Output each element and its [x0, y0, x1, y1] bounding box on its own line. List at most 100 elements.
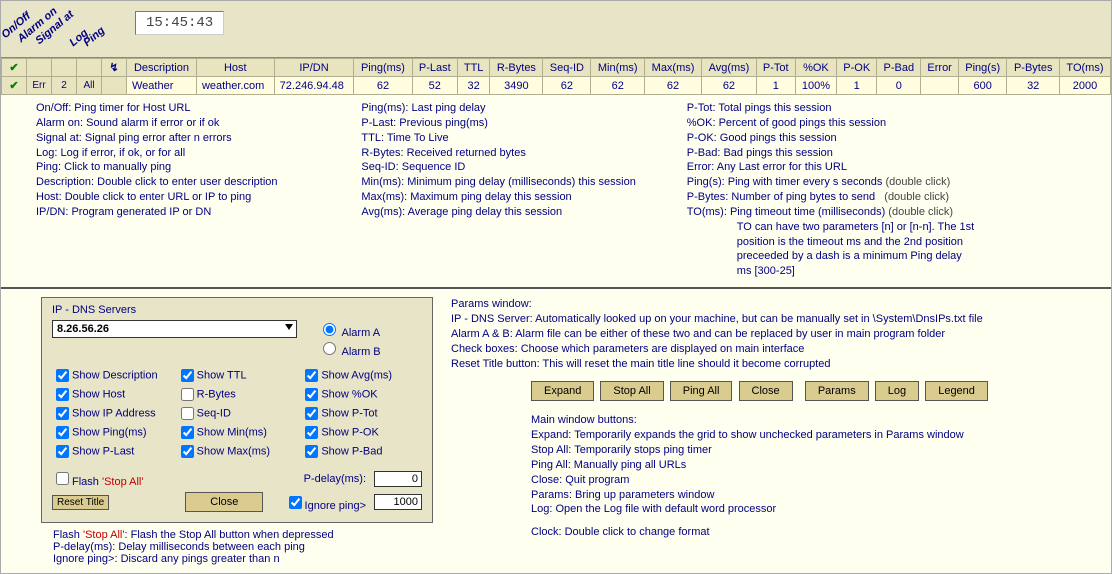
chk-show-host[interactable]: Show Host — [52, 385, 173, 404]
help-pbytes: P-Bytes: Number of ping bytes to send (d… — [687, 190, 1081, 205]
params-button[interactable]: Params — [805, 381, 869, 401]
help-pokpct: %OK: Percent of good pings this session — [687, 116, 1081, 131]
chk-show-ip[interactable]: Show IP Address — [52, 404, 173, 423]
row-plast: 52 — [412, 77, 457, 95]
main-help-pingall: Ping All: Manually ping all URLs — [531, 458, 1089, 473]
log-button[interactable]: Log — [875, 381, 919, 401]
col-error: Error — [921, 59, 959, 77]
col-ping-icon[interactable]: ↯ — [102, 59, 127, 77]
col-description: Description — [127, 59, 197, 77]
ping-grid: ✔ ↯ Description Host IP/DN Ping(ms) P-La… — [1, 58, 1111, 95]
col-min: Min(ms) — [591, 59, 645, 77]
chk-seq-id[interactable]: Seq-ID — [177, 404, 298, 423]
ignore-help: Ignore ping>: Discard any pings greater … — [53, 553, 433, 565]
chk-show-min[interactable]: Show Min(ms) — [177, 423, 298, 442]
help-max: Max(ms): Maximum ping delay this session — [361, 190, 676, 205]
help-pings: Ping(s): Ping with timer every s seconds… — [687, 175, 1081, 190]
chk-show-max[interactable]: Show Max(ms) — [177, 442, 298, 461]
col-plast: P-Last — [412, 59, 457, 77]
row-description[interactable]: Weather — [127, 77, 197, 95]
row-ttl: 32 — [457, 77, 489, 95]
reset-title-button[interactable]: Reset Title — [52, 495, 109, 510]
col-ipdn: IP/DN — [274, 59, 354, 77]
col-signal[interactable] — [52, 59, 77, 77]
help-to-extra-3: preceeded by a dash is a minimum Ping de… — [687, 249, 1081, 264]
legend-button[interactable]: Legend — [925, 381, 988, 401]
help-ttl: TTL: Time To Live — [361, 131, 676, 146]
chk-ignore-ping[interactable]: Ignore ping> — [285, 493, 366, 512]
chk-show-ptot[interactable]: Show P-Tot — [301, 404, 422, 423]
chk-r-bytes[interactable]: R-Bytes — [177, 385, 298, 404]
help-col-2: Ping(ms): Last ping delay P-Last: Previo… — [361, 101, 676, 279]
pingall-button[interactable]: Ping All — [670, 381, 733, 401]
row-pbytes[interactable]: 32 — [1007, 77, 1059, 95]
radio-alarm-b[interactable]: Alarm B — [318, 339, 381, 358]
col-avg: Avg(ms) — [702, 59, 757, 77]
close-button[interactable]: Close — [185, 492, 263, 512]
col-alarm[interactable] — [27, 59, 52, 77]
help-to: TO(ms): Ping timeout time (milliseconds)… — [687, 205, 1081, 220]
ignore-ping-input[interactable]: 1000 — [374, 494, 422, 510]
right-help-block: Params window: IP - DNS Server: Automati… — [451, 297, 1089, 565]
dns-select[interactable]: 8.26.56.26 — [52, 320, 297, 338]
diag-ping: Ping — [81, 24, 107, 49]
table-row[interactable]: ✔ Err 2 All Weather weather.com 72.246.9… — [2, 77, 1111, 95]
row-max: 62 — [645, 77, 702, 95]
col-ttl: TTL — [457, 59, 489, 77]
stopall-button[interactable]: Stop All — [600, 381, 663, 401]
chk-show-pok[interactable]: Show P-OK — [301, 423, 422, 442]
col-pokpct: %OK — [795, 59, 836, 77]
clock-display[interactable]: 15:45:43 — [135, 11, 224, 35]
help-signal: Signal at: Signal ping error after n err… — [36, 131, 351, 146]
main-help-log: Log: Open the Log file with default word… — [531, 502, 1089, 517]
col-pbytes: P-Bytes — [1007, 59, 1059, 77]
expand-button[interactable]: Expand — [531, 381, 594, 401]
chk-show-plast[interactable]: Show P-Last — [52, 442, 173, 461]
help-ipdn: IP/DN: Program generated IP or DN — [36, 205, 351, 220]
row-log[interactable]: All — [77, 77, 102, 95]
chk-show-description[interactable]: Show Description — [52, 366, 173, 385]
row-signal[interactable]: 2 — [52, 77, 77, 95]
help-alarm: Alarm on: Sound alarm if error or if ok — [36, 116, 351, 131]
main-help-params: Params: Bring up parameters window — [531, 488, 1089, 503]
col-onoff[interactable]: ✔ — [2, 59, 27, 77]
col-log[interactable] — [77, 59, 102, 77]
help-min: Min(ms): Minimum ping delay (millisecond… — [361, 175, 676, 190]
row-ping-trigger[interactable] — [102, 77, 127, 95]
pdelay-label: P-delay(ms): — [304, 473, 366, 485]
chk-show-pbad[interactable]: Show P-Bad — [301, 442, 422, 461]
col-ptot: P-Tot — [756, 59, 795, 77]
header-bar: On/Off Alarm on Signal at Log Ping 15:45… — [1, 1, 1111, 58]
params-help-alarm: Alarm A & B: Alarm file can be either of… — [451, 327, 1089, 342]
chk-flash-stopall[interactable]: Flash 'Stop All' — [52, 469, 143, 488]
col-pingms: Ping(ms) — [354, 59, 412, 77]
col-to: TO(ms) — [1059, 59, 1110, 77]
legend-help-block: On/Off: Ping timer for Host URL Alarm on… — [1, 95, 1111, 289]
chk-show-pokpct[interactable]: Show %OK — [301, 385, 422, 404]
chk-show-avg[interactable]: Show Avg(ms) — [301, 366, 422, 385]
row-rbytes: 3490 — [490, 77, 543, 95]
dns-value: 8.26.56.26 — [57, 323, 109, 335]
chk-show-ttl[interactable]: Show TTL — [177, 366, 298, 385]
grid-header-row: ✔ ↯ Description Host IP/DN Ping(ms) P-La… — [2, 59, 1111, 77]
params-window: IP - DNS Servers 8.26.56.26 Alarm A Alar… — [41, 297, 433, 523]
pdelay-input[interactable]: 0 — [374, 471, 422, 487]
row-error — [921, 77, 959, 95]
radio-alarm-a[interactable]: Alarm A — [318, 320, 381, 339]
help-seqid: Seq-ID: Sequence ID — [361, 160, 676, 175]
help-col-1: On/Off: Ping timer for Host URL Alarm on… — [36, 101, 351, 279]
params-title: IP - DNS Servers — [52, 304, 422, 316]
col-rbytes: R-Bytes — [490, 59, 543, 77]
main-close-button[interactable]: Close — [739, 381, 793, 401]
params-help-checkboxes: Check boxes: Choose which parameters are… — [451, 342, 1089, 357]
chk-show-pingms[interactable]: Show Ping(ms) — [52, 423, 173, 442]
row-host[interactable]: weather.com — [196, 77, 274, 95]
clock-help: Clock: Double click to change format — [531, 525, 1089, 540]
row-pings[interactable]: 600 — [958, 77, 1007, 95]
col-seqid: Seq-ID — [543, 59, 591, 77]
params-help-title: Params window: — [451, 297, 1089, 312]
row-alarm[interactable]: Err — [27, 77, 52, 95]
row-to[interactable]: 2000 — [1059, 77, 1110, 95]
row-onoff[interactable]: ✔ — [2, 77, 27, 95]
main-help-stopall: Stop All: Temporarily stops ping timer — [531, 443, 1089, 458]
